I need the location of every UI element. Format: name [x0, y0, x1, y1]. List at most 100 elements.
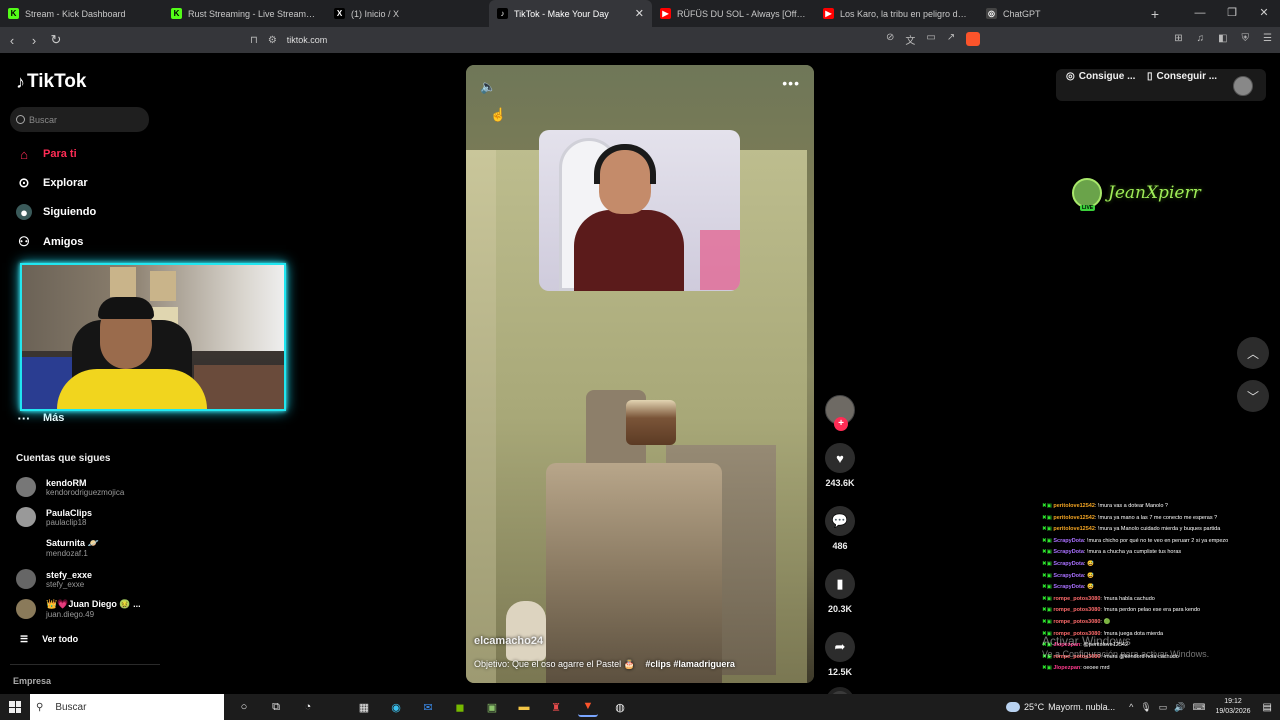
sidebar-toggle-icon[interactable]: ◧ — [1218, 33, 1227, 44]
search-input[interactable]: Buscar — [10, 107, 149, 132]
reload-icon[interactable]: ↻ — [46, 32, 66, 48]
account-item[interactable]: stefy_exxe stefy_exxe — [16, 569, 92, 589]
browser-tab[interactable]: ▶ Los Karo, la tribu en peligro de extin — [815, 0, 978, 27]
chat-badge-icon: ✖▣ — [1042, 595, 1054, 602]
get-app-button[interactable]: ▯ Conseguir ... — [1147, 71, 1217, 82]
comment-button[interactable]: 💬 — [825, 506, 855, 536]
brave-shield-icon[interactable] — [966, 32, 981, 46]
system-tray: 25°C Mayorm. nubla... ^ 🎙 ▭ 🔊 ⌨ 19:12 19… — [1005, 694, 1280, 720]
weather-widget[interactable]: 25°C Mayorm. nubla... — [1005, 702, 1115, 712]
media-icon[interactable]: ♫ — [1197, 33, 1205, 44]
creator-avatar[interactable]: + — [825, 395, 855, 431]
start-button[interactable] — [0, 694, 30, 720]
sidebar-item-para-ti[interactable]: ⌂ Para ti — [16, 146, 77, 162]
brave-icon[interactable]: ▼ — [578, 697, 598, 717]
forward-icon[interactable]: › — [24, 33, 44, 48]
volume-icon[interactable]: 🔈 — [480, 79, 496, 95]
chat-username: rompe_potos3080 — [1053, 607, 1101, 614]
chat-message: ✖▣ rompe_potos3080: !mura habla cachudo — [1042, 594, 1278, 606]
sidebar-item-siguiendo[interactable]: ● Siguiendo — [16, 204, 96, 220]
network-icon[interactable]: ▭ — [1159, 702, 1168, 713]
site-info-icon[interactable]: ⚙ — [268, 35, 277, 46]
tracking-icon[interactable]: ⊘ — [886, 32, 894, 47]
account-handle: stefy_exxe — [46, 579, 85, 589]
store-icon[interactable]: ▦ — [354, 697, 374, 717]
folder-icon[interactable]: ▬ — [514, 697, 534, 717]
search-placeholder: Buscar — [29, 114, 58, 125]
reader-icon[interactable]: ⊞ — [1174, 33, 1182, 44]
speaker-icon[interactable]: 🔊 — [1174, 702, 1185, 713]
get-coins-button[interactable]: ◎ Consigue ... — [1066, 71, 1135, 82]
profile-avatar[interactable] — [1233, 76, 1253, 96]
cast-icon[interactable]: ▭ — [926, 32, 935, 47]
company-link[interactable]: Empresa — [13, 676, 51, 686]
tiktok-logo[interactable]: ♪ TikTok — [16, 71, 86, 93]
video-author[interactable]: elcamacho24 — [474, 635, 543, 647]
more-options-icon[interactable]: ••• — [782, 75, 800, 91]
like-button[interactable]: ♥ — [825, 443, 855, 473]
nav-label: Siguiendo — [43, 206, 97, 218]
menu-icon[interactable]: ☰ — [1263, 33, 1272, 44]
share-count: 12.5K — [827, 667, 853, 677]
account-handle: juan.diego.49 — [46, 610, 95, 619]
sidebar-item-amigos[interactable]: ⚇ Amigos — [16, 234, 83, 250]
get-app-label: Conseguir ... — [1156, 71, 1218, 82]
language-icon[interactable]: ⌨ — [1193, 702, 1206, 713]
account-item[interactable]: 👑💗Juan Diego 🤢 ... juan.diego.49 — [16, 599, 141, 619]
video-caption: Objetivo: Que el oso agarre el Pastel 🎂 — [474, 659, 635, 669]
mic-icon[interactable]: 🎙 — [1140, 702, 1151, 713]
translate-icon[interactable]: 文 — [905, 32, 915, 47]
close-window-icon[interactable]: ✕ — [1248, 0, 1280, 27]
nvidia-icon[interactable]: ◼ — [450, 697, 470, 717]
bookmark-icon[interactable]: ⊓ — [250, 35, 258, 46]
clock[interactable]: 19:12 19/03/2026 — [1216, 697, 1251, 717]
account-item[interactable]: PaulaClips paulaclip18 — [16, 507, 92, 527]
obs-icon[interactable]: ◍ — [610, 697, 630, 717]
see-all-link[interactable]: ☰ Ver todo — [20, 634, 78, 645]
save-button[interactable]: ▮ — [825, 569, 855, 599]
notification-icon[interactable]: ▤ — [1263, 702, 1272, 713]
video-actions: + ♥ 243.6K 💬 486 ▮ 20.3K ➦ 12.5K — [822, 395, 858, 715]
app-icon[interactable]: ♜ — [546, 697, 566, 717]
search-icon: ⚲ — [36, 701, 44, 713]
chat-text: : !mura ya Manolo cuidado mierda y buque… — [1094, 526, 1221, 533]
mail-icon[interactable]: ✉ — [418, 697, 438, 717]
account-item[interactable]: kendoRM kendorodriguezmojica — [16, 477, 124, 497]
sidebar-item-mas[interactable]: ··· Más — [16, 410, 65, 426]
activation-watermark-text: Ve a Configuración para activar Windows. — [1042, 649, 1210, 659]
back-icon[interactable]: ‹ — [2, 33, 22, 48]
share-icon[interactable]: ↗ — [947, 32, 955, 47]
minimize-icon[interactable]: — — [1184, 0, 1216, 27]
video-player[interactable]: 🔈 ••• ☝ elcamacho24 Objetivo: Que el oso… — [466, 65, 814, 683]
new-tab-icon[interactable]: + — [1145, 6, 1165, 22]
chevron-up-icon[interactable]: ^ — [1129, 702, 1133, 713]
browser-tab[interactable]: K Rust Streaming - Live Streams on Ki — [163, 0, 326, 27]
browser-tab[interactable]: K Stream - Kick Dashboard — [0, 0, 163, 27]
cortana-icon[interactable]: ○ — [234, 697, 254, 717]
chat-badge-icon: ✖▣ — [1042, 549, 1054, 556]
tab-title: Stream - Kick Dashboard — [25, 8, 126, 19]
account-item[interactable]: Saturnita 🪐 mendozaf.1 — [16, 538, 99, 558]
browser-tab[interactable]: ◎ ChatGPT — [978, 0, 1141, 27]
restore-icon[interactable]: ❐ — [1216, 0, 1248, 27]
task-view-icon[interactable]: ⧉ — [266, 697, 286, 717]
vpn-icon[interactable]: ⛨ — [1242, 33, 1250, 44]
video-hashtags[interactable]: #clips #lamadriguera — [645, 659, 735, 669]
app-icon[interactable]: ◔ — [298, 697, 318, 717]
browser-tab[interactable]: X (1) Inicio / X — [326, 0, 489, 27]
share-button[interactable]: ➦ — [825, 632, 855, 662]
tab-title: TikTok - Make Your Day — [514, 8, 609, 19]
chat-username: peritolove12542 — [1053, 503, 1095, 509]
browser-tab[interactable]: ▶ RÜFÜS DU SOL - Always [Official Au — [652, 0, 815, 27]
chat-badge-icon: ✖▣ — [1042, 560, 1054, 567]
previous-video-button[interactable]: ︿ — [1237, 337, 1269, 369]
close-tab-icon[interactable]: ✕ — [635, 7, 644, 20]
game-icon[interactable]: ▣ — [482, 697, 502, 717]
sidebar-item-explorar[interactable]: ⊙ Explorar — [16, 175, 88, 191]
edge-icon[interactable]: ◉ — [386, 697, 406, 717]
next-video-button[interactable]: ﹀ — [1237, 380, 1269, 412]
taskbar-search[interactable]: ⚲ Buscar — [30, 694, 224, 720]
follow-plus-icon[interactable]: + — [834, 417, 848, 431]
browser-tab[interactable]: ♪ TikTok - Make Your Day ✕ — [489, 0, 652, 27]
chat-message: ✖▣ Jlopezpan: oeoee mrd — [1042, 663, 1278, 675]
